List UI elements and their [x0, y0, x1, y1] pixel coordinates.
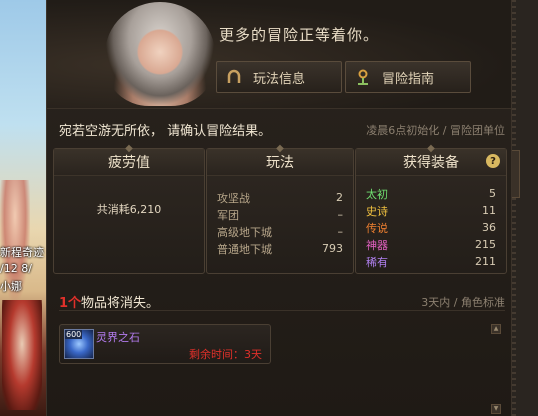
item-list-scrollbar[interactable]: ▲ ▼ — [491, 324, 501, 414]
equipment-row-value: 211 — [475, 255, 496, 268]
equipment-rows: 太初 5 史诗 11 传说 36 神器 215 稀有 211 — [366, 185, 496, 270]
item-name: 灵界之石 — [96, 331, 140, 344]
header-tagline: 更多的冒险正等着你。 — [219, 26, 380, 44]
gameplay-rows: 攻坚战 2 军团 – 高级地下城 – 普通地下城 793 — [217, 189, 343, 257]
adventure-result-panel: 更多的冒险正等着你。 玩法信息 冒险指南 宛若空游无所依， 请确认冒险结果。 凌… — [46, 0, 512, 416]
map-pin-icon — [352, 66, 374, 88]
scroll-down-icon[interactable]: ▼ — [491, 404, 501, 414]
equipment-row-value: 36 — [482, 221, 496, 234]
gameplay-row-value: 2 — [336, 191, 343, 204]
confirm-row: 宛若空游无所依， 请确认冒险结果。 凌晨6点初始化 / 冒险团单位 — [59, 120, 505, 139]
equipment-row-label: 神器 — [366, 238, 388, 252]
vanish-label: 物品将消失。 — [81, 296, 160, 311]
gameplay-info-button[interactable]: 玩法信息 — [216, 61, 342, 93]
gameplay-info-label: 玩法信息 — [253, 71, 306, 87]
gameplay-row-label: 高级地下城 — [217, 225, 272, 239]
gameplay-row-label: 普通地下城 — [217, 242, 272, 256]
ornament-icon: ◆ — [125, 143, 133, 154]
ornament-icon: ◆ — [276, 143, 284, 154]
equipment-row-label: 史诗 — [366, 204, 388, 218]
ornament-icon: ◆ — [427, 143, 435, 154]
background-text-1: 新程奇迹 — [0, 246, 44, 259]
equipment-card: ◆ 获得装备 ? 太初 5 史诗 11 传说 36 神器 215 稀有 211 — [355, 143, 507, 274]
equipment-row-label: 稀有 — [366, 255, 388, 269]
item-remaining-time: 剩余时间：3天 — [189, 348, 262, 361]
confirm-text: 宛若空游无所依， 请确认冒险结果。 — [59, 124, 272, 139]
gameplay-row-label: 军团 — [217, 208, 239, 222]
spirit-stone-icon: 600 — [64, 329, 94, 359]
scroll-up-icon[interactable]: ▲ — [491, 324, 501, 334]
equipment-title: ◆ 获得装备 ? — [356, 143, 506, 176]
gameplay-row: 普通地下城 793 — [217, 240, 343, 257]
background-text-3: 小娜 — [0, 280, 22, 293]
equipment-row-value: 215 — [475, 238, 496, 251]
gameplay-row-value: 793 — [322, 242, 343, 255]
gameplay-row: 军团 – — [217, 206, 343, 223]
equipment-title-label: 获得装备 — [403, 155, 459, 171]
reset-info: 凌晨6点初始化 / 冒险团单位 — [366, 124, 505, 137]
equipment-row: 史诗 11 — [366, 202, 496, 219]
game-background-left: 新程奇迹 /12 8/ 小娜 — [0, 0, 46, 416]
fatigue-card: ◆ 疲劳值 共消耗6,210 — [53, 143, 205, 274]
equipment-row: 传说 36 — [366, 219, 496, 236]
npc-portrait — [105, 2, 215, 106]
help-icon[interactable]: ? — [486, 154, 500, 168]
gameplay-title-label: 玩法 — [266, 155, 294, 171]
expiring-item[interactable]: 600 灵界之石 剩余时间：3天 — [59, 324, 271, 364]
equipment-row-value: 11 — [482, 204, 496, 217]
equipment-row-label: 太初 — [366, 187, 388, 201]
equipment-row-value: 5 — [489, 187, 496, 200]
adventure-guide-button[interactable]: 冒险指南 — [345, 61, 471, 93]
gameplay-row-label: 攻坚战 — [217, 191, 250, 205]
gameplay-card: ◆ 玩法 攻坚战 2 军团 – 高级地下城 – 普通地下城 793 — [206, 143, 354, 274]
right-edge-decoration — [512, 0, 516, 416]
fatigue-title-label: 疲劳值 — [108, 155, 150, 171]
horseshoe-icon — [223, 66, 245, 88]
vanish-count: 1个 — [59, 296, 82, 311]
equipment-row-label: 传说 — [366, 221, 388, 235]
fatigue-consumed: 共消耗6,210 — [96, 203, 162, 216]
fatigue-title: ◆ 疲劳值 — [54, 143, 204, 176]
game-background-right — [510, 0, 538, 416]
equipment-row: 太初 5 — [366, 185, 496, 202]
background-text-2: /12 8/ — [0, 262, 32, 275]
gameplay-row-value: – — [337, 225, 344, 238]
vanish-row: 1个物品将消失。 3天内 / 角色标准 — [59, 292, 505, 311]
equipment-row: 神器 215 — [366, 236, 496, 253]
gameplay-title: ◆ 玩法 — [207, 143, 353, 176]
vanish-meta: 3天内 / 角色标准 — [421, 296, 505, 309]
gameplay-row: 攻坚战 2 — [217, 189, 343, 206]
gameplay-row: 高级地下城 – — [217, 223, 343, 240]
game-character-figure-2 — [2, 300, 42, 410]
item-level: 600 — [65, 330, 83, 339]
adventure-guide-label: 冒险指南 — [382, 71, 435, 87]
vanish-text: 1个物品将消失。 — [59, 292, 159, 311]
equipment-row: 稀有 211 — [366, 253, 496, 270]
panel-header: 更多的冒险正等着你。 玩法信息 冒险指南 — [47, 0, 511, 109]
gameplay-row-value: – — [337, 208, 344, 221]
